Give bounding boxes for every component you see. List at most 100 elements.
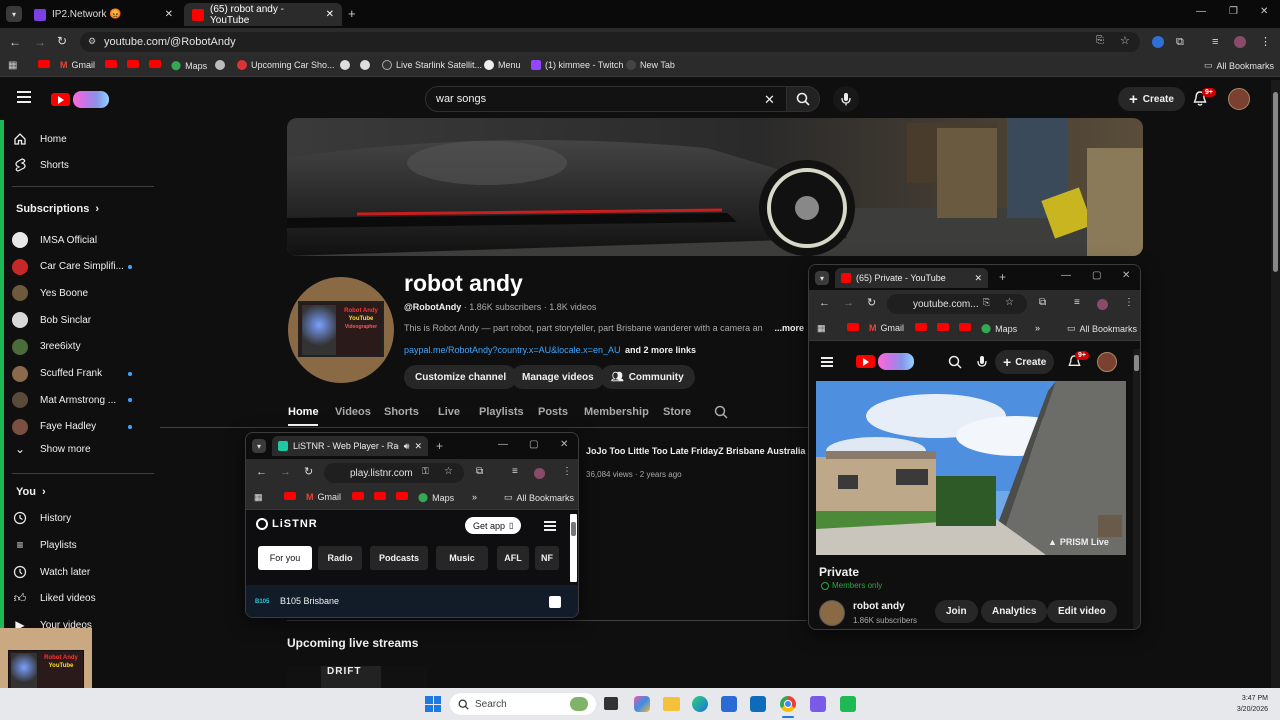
customize-channel-button[interactable]: Customize channel	[404, 365, 518, 389]
edit-video-button[interactable]: Edit video	[1047, 600, 1117, 623]
close-window-button[interactable]: ✕	[1260, 6, 1268, 17]
subscriptions-heading[interactable]: Subscriptions ›	[16, 203, 99, 215]
taskbar-search[interactable]: Search	[450, 693, 596, 715]
bookmark-gmail[interactable]: M Gmail	[60, 60, 95, 70]
back-arrow-icon[interactable]: ←	[256, 466, 267, 478]
featured-video-title[interactable]: JoJo Too Little Too Late FridayZ Brisban…	[586, 446, 808, 456]
edge-icon[interactable]	[692, 696, 708, 712]
create-button[interactable]: + Create	[1118, 87, 1185, 111]
notifications-button[interactable]: 9+	[1192, 88, 1216, 110]
sidebar-item-subscription[interactable]: Yes Boone	[12, 281, 152, 305]
bookmark-star-icon[interactable]: ☆	[1005, 297, 1014, 308]
sidebar-item-history[interactable]: History	[12, 506, 152, 530]
sidebar-item-subscription[interactable]: IMSA Official	[12, 228, 152, 252]
reload-icon[interactable]: ↻	[57, 34, 67, 48]
listnr-chip[interactable]: Music	[436, 546, 488, 570]
minimize-button[interactable]: —	[1196, 6, 1206, 17]
forward-arrow-icon[interactable]: →	[34, 35, 46, 49]
listnr-logo[interactable]: LiSTNR	[256, 518, 318, 530]
bookmark-youtube[interactable]	[915, 323, 927, 331]
sidebar-item-subscription[interactable]: 3ree6ixty	[12, 335, 152, 359]
profile-avatar[interactable]	[1097, 299, 1108, 310]
install-icon[interactable]: ⎘	[1096, 35, 1104, 46]
listnr-chip[interactable]: For you	[258, 546, 312, 570]
listnr-scrollbar[interactable]	[570, 514, 577, 582]
media-icon[interactable]: ≡	[1074, 297, 1080, 308]
bookmark-gmail[interactable]: M Gmail	[869, 323, 904, 333]
stop-button[interactable]	[549, 596, 561, 608]
bookmark-youtube[interactable]	[127, 60, 139, 68]
close-tab-icon[interactable]: ✕	[414, 441, 422, 452]
bookmark-car-shows[interactable]: Upcoming Car Sho...	[237, 60, 335, 70]
show-more-button[interactable]: ⌄ Show more	[12, 437, 152, 461]
restore-button[interactable]: ❐	[1229, 6, 1238, 17]
bookmark-maps[interactable]: ⬤ Maps	[418, 492, 454, 503]
tab-search-button[interactable]: ▾	[252, 439, 266, 453]
new-tab-button[interactable]: +	[348, 6, 356, 21]
search-icon[interactable]	[948, 355, 962, 369]
all-bookmarks-button[interactable]: ▭ All Bookmarks	[504, 492, 574, 503]
media-icon[interactable]: ≡	[512, 466, 518, 477]
channel-avatar[interactable]	[819, 600, 845, 626]
start-button[interactable]	[425, 696, 441, 712]
bookmark-globe[interactable]	[215, 60, 225, 70]
bookmark-starlink[interactable]: Live Starlink Satellit...	[382, 60, 482, 70]
bookmark-site[interactable]	[360, 60, 370, 70]
channel-search-icon[interactable]	[714, 405, 728, 419]
bookmark-twitch[interactable]: (1) kimmee - Twitch	[531, 60, 623, 70]
sidebar-item-subscription[interactable]: Bob Sinclar	[12, 308, 152, 332]
voice-search-button[interactable]	[833, 86, 859, 112]
forward-arrow-icon[interactable]: →	[280, 466, 291, 478]
clock[interactable]: 3:47 PM 3/20/2026	[1228, 693, 1268, 715]
back-arrow-icon[interactable]: ←	[819, 297, 830, 309]
puzzle-icon[interactable]: ⧉	[476, 466, 483, 477]
analytics-button[interactable]: Analytics	[981, 600, 1048, 623]
restore-button[interactable]: ▢	[1092, 270, 1101, 281]
sidebar-item-home[interactable]: Home	[12, 127, 152, 151]
more-link[interactable]: ...more	[775, 323, 805, 333]
tab-live[interactable]: Live	[438, 406, 460, 418]
private-youtube-tab[interactable]: (65) Private - YouTube ✕	[835, 268, 988, 288]
task-view-icon[interactable]	[604, 697, 618, 710]
puzzle-icon[interactable]: ⧉	[1039, 297, 1046, 308]
reload-icon[interactable]: ↻	[867, 296, 876, 309]
get-app-button[interactable]: Get app ▯	[465, 517, 522, 534]
menu-kebab-icon[interactable]: ⋮	[1260, 35, 1271, 48]
browser-tab-youtube[interactable]: (65) robot andy - YouTube ✕	[184, 3, 342, 26]
bookmark-menu[interactable]: Menu	[484, 60, 521, 70]
bookmark-maps[interactable]: ⬤ Maps	[981, 323, 1017, 334]
listnr-chip[interactable]: Radio	[318, 546, 362, 570]
install-icon[interactable]: ⎘	[983, 297, 990, 308]
you-heading[interactable]: You ›	[16, 486, 46, 498]
bookmark-star-icon[interactable]: ☆	[1120, 34, 1130, 47]
back-arrow-icon[interactable]: ←	[9, 35, 21, 49]
video-player[interactable]: ▲ PRISM Live	[816, 381, 1126, 555]
profile-avatar[interactable]	[534, 468, 545, 479]
apps-grid-icon[interactable]: ▦	[8, 60, 17, 71]
menu-kebab-icon[interactable]: ⋮	[1124, 297, 1134, 308]
sidebar-item-playlists[interactable]: ≡ Playlists	[12, 533, 152, 557]
channel-description[interactable]: This is Robot Andy — part robot, part st…	[404, 323, 806, 333]
apps-grid-icon[interactable]: ▦	[817, 323, 826, 334]
channel-name[interactable]: robot andy	[853, 601, 905, 612]
more-bookmarks-chevron-icon[interactable]: »	[472, 492, 477, 502]
address-bar[interactable]: play.listnr.com ⚿ ☆	[324, 463, 464, 483]
outlook-icon[interactable]	[750, 696, 766, 712]
bookmark-youtube[interactable]	[937, 323, 949, 331]
store-icon[interactable]	[721, 696, 737, 712]
bookmark-gmail[interactable]: M Gmail	[306, 492, 341, 502]
listnr-tab[interactable]: LiSTNR - Web Player - Radi 🔊︎ ✕	[272, 436, 428, 456]
bookmark-youtube[interactable]	[959, 323, 971, 331]
manage-videos-button[interactable]: Manage videos	[511, 365, 605, 389]
bookmark-youtube[interactable]	[396, 492, 408, 500]
tab-shorts[interactable]: Shorts	[384, 406, 419, 418]
tab-home[interactable]: Home	[288, 406, 319, 418]
bookmark-youtube[interactable]	[38, 60, 50, 68]
hamburger-menu-icon[interactable]	[17, 91, 31, 103]
site-info-icon[interactable]: ⚙	[88, 36, 96, 47]
new-tab-button[interactable]: +	[436, 439, 443, 453]
close-window-button[interactable]: ✕	[1122, 270, 1130, 281]
media-icon[interactable]: ≡	[1212, 36, 1218, 48]
tab-search-button[interactable]: ▾	[815, 271, 829, 285]
forward-arrow-icon[interactable]: →	[843, 297, 854, 309]
